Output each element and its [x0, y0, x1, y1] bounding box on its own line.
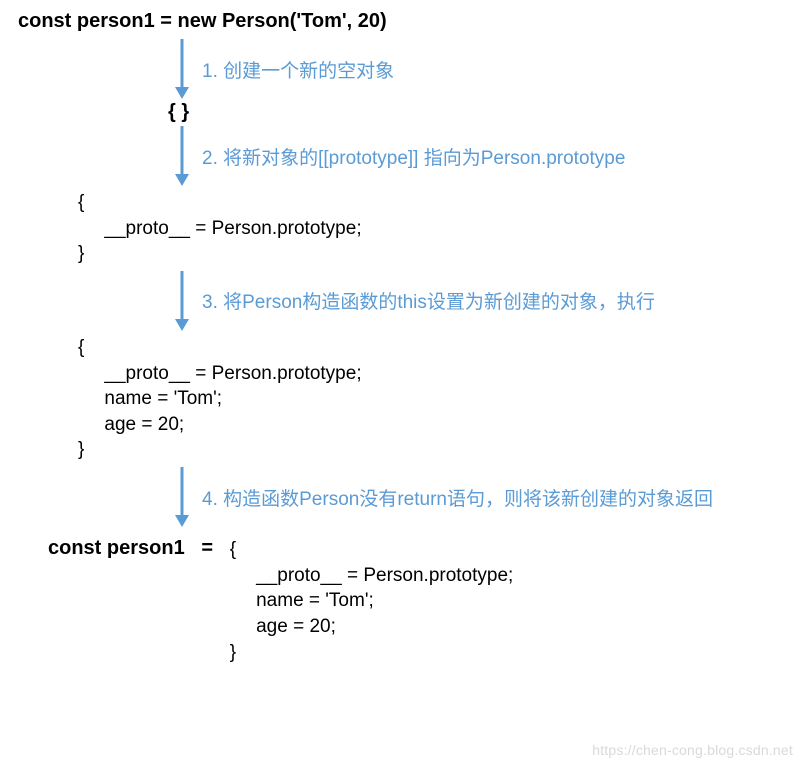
step-4-label: 4. 构造函数Person没有return语句，则将该新创建的对象返回: [202, 484, 713, 511]
arrow-down-icon: [168, 39, 196, 99]
step-1-label: 1. 创建一个新的空对象: [202, 56, 394, 83]
watermark: https://chen-cong.blog.csdn.net: [592, 742, 793, 758]
step-1-row: 1. 创建一个新的空对象: [168, 39, 783, 99]
final-object-code: { __proto__ = Person.prototype; name = '…: [230, 537, 514, 665]
title-code: const person1 = new Person('Tom', 20): [18, 10, 783, 33]
final-assignment-label: const person1 =: [48, 537, 230, 560]
step-2-label: 2. 将新对象的[[prototype]] 指向为Person.prototyp…: [202, 143, 625, 170]
step-2-row: 2. 将新对象的[[prototype]] 指向为Person.prototyp…: [168, 126, 783, 186]
final-result: const person1 = { __proto__ = Person.pro…: [48, 537, 783, 665]
arrow-down-icon: [168, 467, 196, 527]
step-4-row: 4. 构造函数Person没有return语句，则将该新创建的对象返回: [168, 467, 783, 527]
step-3-label: 3. 将Person构造函数的this设置为新创建的对象，执行: [202, 287, 655, 314]
assigned-block: { __proto__ = Person.prototype; name = '…: [78, 335, 783, 463]
arrow-down-icon: [168, 126, 196, 186]
arrow-down-icon: [168, 271, 196, 331]
empty-object: { }: [168, 101, 783, 124]
proto-block: { __proto__ = Person.prototype; }: [78, 190, 783, 267]
step-3-row: 3. 将Person构造函数的this设置为新创建的对象，执行: [168, 271, 783, 331]
